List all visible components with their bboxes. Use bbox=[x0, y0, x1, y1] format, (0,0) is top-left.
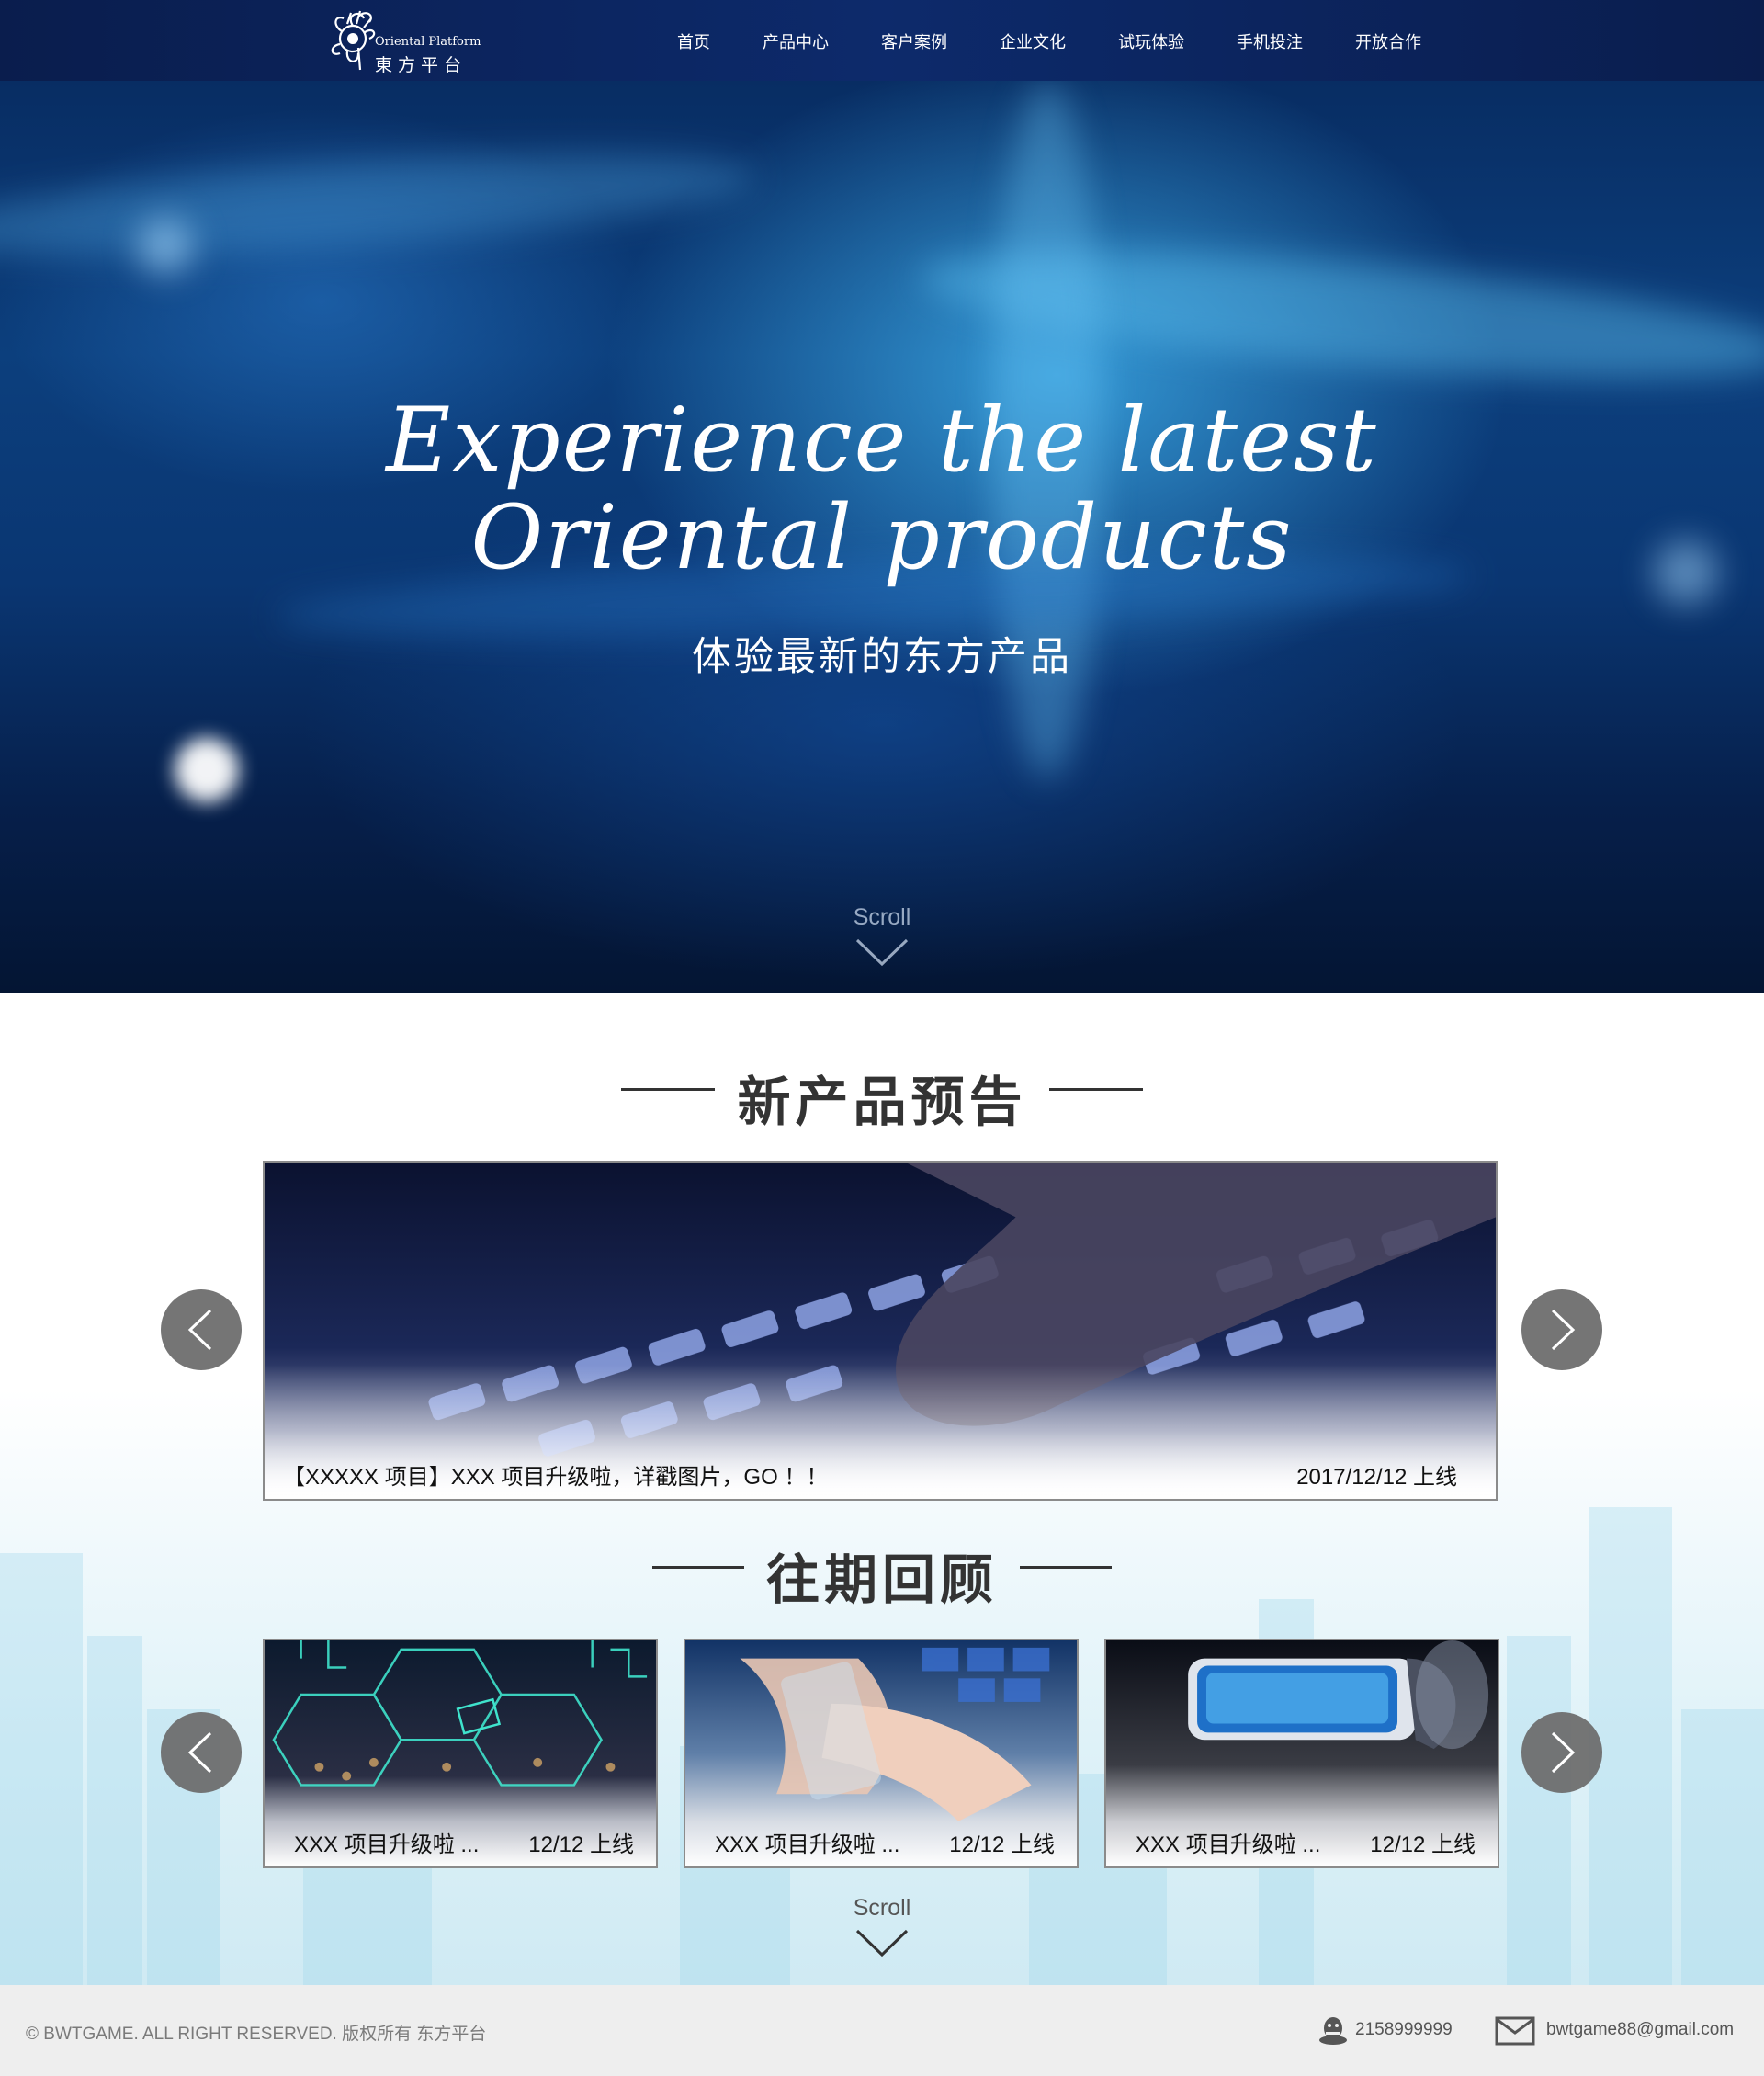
top-navigation-bar: Oriental Platform 東方平台 首页 产品中心 客户案例 企业文化… bbox=[0, 0, 1764, 81]
main-nav: 首页 产品中心 客户案例 企业文化 试玩体验 手机投注 开放合作 bbox=[643, 0, 1421, 81]
scroll-label: Scroll bbox=[853, 904, 911, 930]
feature-release-date: 2017/12/12 上线 bbox=[1296, 1465, 1457, 1490]
title-divider-right bbox=[1020, 1566, 1112, 1569]
keyboard-product-image bbox=[265, 1163, 1496, 1499]
hero-headline: Experience the latest Oriental products bbox=[0, 391, 1764, 586]
qq-icon bbox=[1319, 2017, 1347, 2045]
new-products-title: 新产品预告 bbox=[737, 1072, 1027, 1132]
past-card-date: 12/12 上线 bbox=[1370, 1832, 1476, 1857]
feature-product-card[interactable]: 【XXXXX 项目】XXX 项目升级啦，详戳图片，GO ！！ 2017/12/1… bbox=[263, 1161, 1498, 1501]
chevron-right-icon bbox=[1551, 1731, 1576, 1774]
past-prev-button[interactable] bbox=[161, 1712, 242, 1793]
nav-open-cooperation[interactable]: 开放合作 bbox=[1355, 0, 1421, 81]
past-card-caption: XXX 项目升级啦 ... bbox=[1136, 1832, 1321, 1857]
feature-caption: 【XXXXX 项目】XXX 项目升级啦，详戳图片，GO ！！ bbox=[283, 1465, 829, 1490]
chevron-down-icon bbox=[855, 938, 909, 967]
qq-number[interactable]: 2158999999 bbox=[1355, 2020, 1453, 2040]
chevron-down-icon bbox=[855, 1929, 909, 1957]
logo-text-chinese: 東方平台 bbox=[375, 55, 468, 75]
past-review-title: 往期回顾 bbox=[765, 1550, 998, 1610]
nav-mobile-betting[interactable]: 手机投注 bbox=[1237, 0, 1303, 81]
past-card-date: 12/12 上线 bbox=[949, 1832, 1055, 1857]
chevron-left-icon bbox=[187, 1309, 212, 1351]
section-scroll-hint[interactable]: Scroll bbox=[0, 1895, 1764, 1958]
chevron-right-icon bbox=[1551, 1309, 1576, 1351]
past-card-2[interactable]: XXX 项目升级啦 ... 12/12 上线 bbox=[684, 1639, 1079, 1868]
hero-light-spot bbox=[175, 738, 239, 802]
hero-subtitle: 体验最新的东方产品 bbox=[692, 635, 1072, 679]
feature-next-button[interactable] bbox=[1521, 1289, 1602, 1370]
nav-product-center[interactable]: 产品中心 bbox=[763, 0, 829, 81]
email-address[interactable]: bwtgame88@gmail.com bbox=[1546, 2020, 1734, 2040]
past-card-caption: XXX 项目升级啦 ... bbox=[294, 1832, 480, 1857]
hero-light-spot bbox=[138, 219, 193, 274]
chevron-left-icon bbox=[187, 1731, 212, 1774]
logo-text-english: Oriental Platform bbox=[375, 35, 481, 49]
nav-home[interactable]: 首页 bbox=[677, 0, 710, 81]
mail-icon bbox=[1495, 2016, 1535, 2046]
scroll-label: Scroll bbox=[853, 1895, 911, 1921]
products-section: 新产品预告 【XXXXX 项目】XXX 项目升级啦，详戳图片，GO ！！ 201… bbox=[0, 993, 1764, 1985]
feature-prev-button[interactable] bbox=[161, 1289, 242, 1370]
hero-headline-line-2: Oriental products bbox=[470, 486, 1294, 589]
hero-headline-line-1: Experience the latest bbox=[386, 389, 1378, 492]
nav-customer-cases[interactable]: 客户案例 bbox=[881, 0, 947, 81]
nav-trial-experience[interactable]: 试玩体验 bbox=[1118, 0, 1184, 81]
past-card-3[interactable]: XXX 项目升级啦 ... 12/12 上线 bbox=[1104, 1639, 1499, 1868]
past-card-date: 12/12 上线 bbox=[528, 1832, 634, 1857]
title-divider-right bbox=[1049, 1088, 1143, 1091]
hero-scroll-hint[interactable]: Scroll bbox=[0, 904, 1764, 968]
past-card-1[interactable]: XXX 项目升级啦 ... 12/12 上线 bbox=[263, 1639, 658, 1868]
hero-light-streak bbox=[0, 134, 756, 276]
past-next-button[interactable] bbox=[1521, 1712, 1602, 1793]
nav-corporate-culture[interactable]: 企业文化 bbox=[1000, 0, 1066, 81]
copyright-text: © BWTGAME. ALL RIGHT RESERVED. 版权所有 东方平台 bbox=[26, 2025, 487, 2044]
hero-banner: Experience the latest Oriental products … bbox=[0, 81, 1764, 993]
footer: © BWTGAME. ALL RIGHT RESERVED. 版权所有 东方平台… bbox=[0, 1985, 1764, 2076]
past-card-caption: XXX 项目升级啦 ... bbox=[715, 1832, 900, 1857]
